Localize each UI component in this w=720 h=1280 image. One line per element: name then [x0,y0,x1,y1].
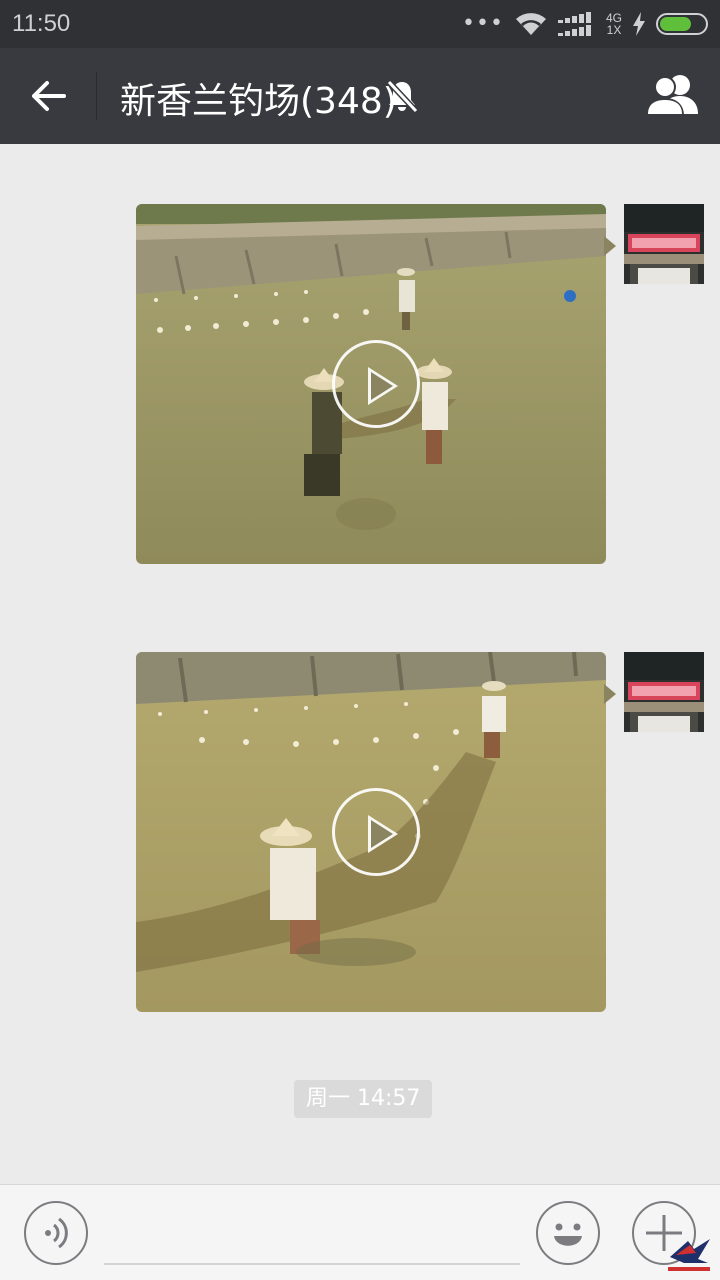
more-dots-icon: ••• [462,11,504,36]
back-button[interactable] [22,70,74,122]
chat-title: 新香兰钓场(348) [120,81,397,122]
video-message[interactable] [136,204,606,564]
emoji-button[interactable] [536,1201,600,1265]
bell-off-icon [386,79,419,114]
header-divider [96,72,97,120]
wifi-icon [515,13,546,35]
group-members-button[interactable] [644,70,702,122]
watermark-logo [668,1239,710,1271]
input-bar [0,1184,720,1280]
emoji-icon [554,1223,582,1246]
play-icon [332,340,420,428]
signal-icon [557,12,591,36]
status-bar: 11:50 ••• 4G 1X [0,0,720,48]
battery-icon [656,13,708,35]
message-list[interactable]: 周一 14:57 [0,144,720,1184]
avatar[interactable] [624,652,704,732]
group-icon [646,75,698,116]
video-message[interactable] [136,652,606,1012]
network-type: 4G 1X [605,11,622,37]
voice-button[interactable] [24,1201,88,1265]
bubble-tail [604,684,616,704]
status-icons: ••• 4G 1X [462,8,708,40]
bubble-tail [604,236,616,256]
message-input[interactable] [104,1199,520,1265]
status-time: 11:50 [12,10,71,37]
avatar[interactable] [624,204,704,284]
timestamp-badge: 周一 14:57 [294,1080,433,1118]
arrow-left-icon [32,81,66,111]
charging-icon [633,12,645,36]
play-icon [332,788,420,876]
chat-header: 新香兰钓场(348) [0,48,720,144]
voice-icon [45,1217,68,1249]
